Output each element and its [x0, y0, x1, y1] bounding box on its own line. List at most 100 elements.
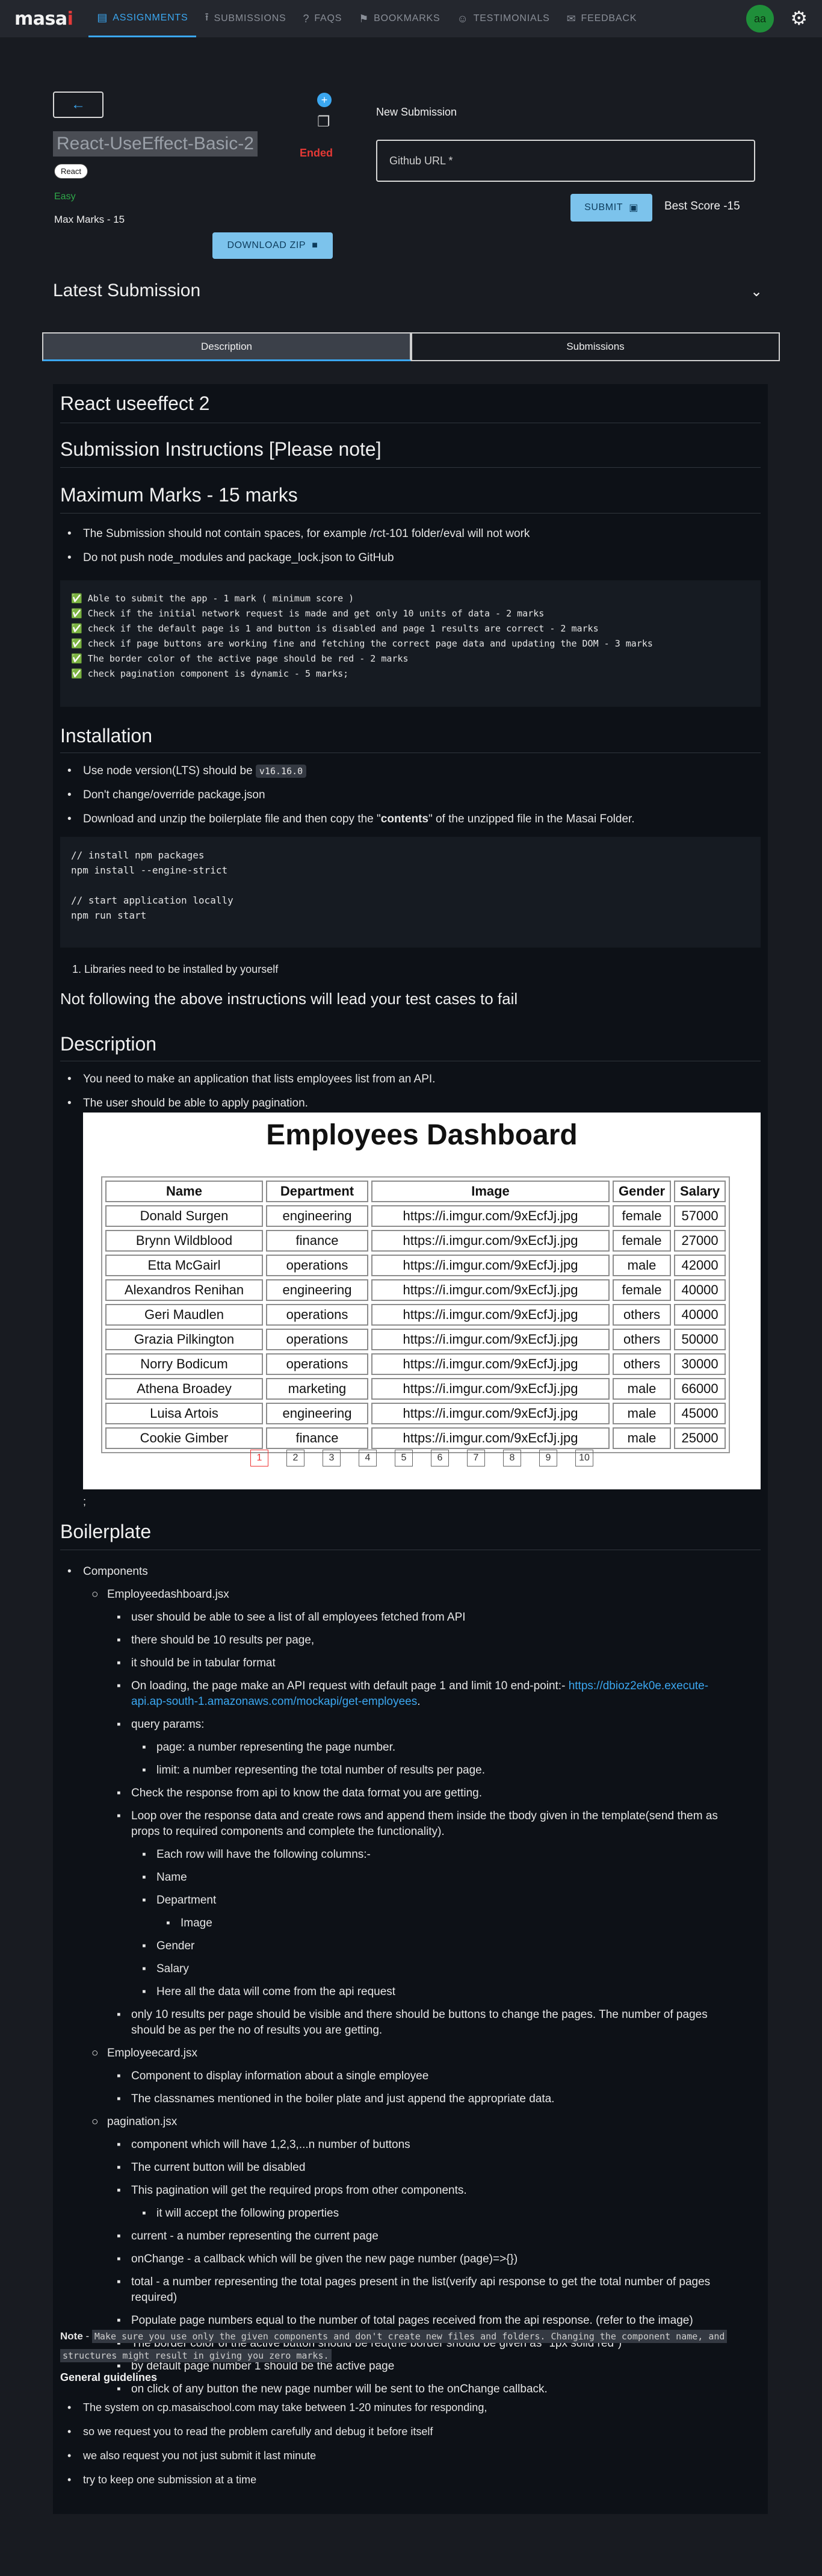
list-item: so we request you to read the problem ca… [60, 2424, 487, 2439]
smile-icon: ☺ [457, 12, 469, 25]
tag-badge: React [54, 164, 88, 179]
table-cell: https://i.imgur.com/9xEcfJj.jpg [371, 1329, 610, 1350]
submit-button[interactable]: SUBMIT ▣ [570, 194, 652, 222]
list-item: Do not push node_modules and package_loc… [60, 550, 530, 566]
table-cell: engineering [266, 1205, 368, 1227]
table-cell: 66000 [674, 1378, 726, 1400]
table-row: Donald Surgen engineering https://i.imgur.… [105, 1205, 726, 1227]
gear-icon[interactable]: ⚙ [790, 8, 808, 28]
page-button[interactable]: 5 [395, 1450, 413, 1466]
table-cell: engineering [266, 1279, 368, 1301]
rules-list: The Submission should not contain spaces… [60, 526, 530, 574]
status-badge: Ended [300, 147, 333, 159]
table-cell: finance [266, 1230, 368, 1252]
install-list: Use node version(LTS) should be v16.16.0… [60, 763, 635, 836]
list-item: ▪ total - a number representing the total… [117, 2276, 711, 2304]
boilerplate-list: • Components ○ Employeedashboard.jsx ▪ user… [60, 1564, 761, 2404]
table-cell: operations [266, 1329, 368, 1350]
list-item: ▪ This pagination will get the required p… [117, 2184, 467, 2197]
list-item: ▪ Salary [142, 1963, 189, 1975]
avatar[interactable]: aa [746, 5, 774, 33]
heading-description: Description [60, 1033, 157, 1055]
table-cell: others [613, 1304, 672, 1326]
heading-max-marks: Maximum Marks - 15 marks [60, 484, 298, 506]
list-item: You need to make an application that lis… [60, 1072, 435, 1087]
tab-submissions[interactable]: Submissions [411, 332, 780, 361]
assignment-icon: ▤ [97, 11, 108, 23]
chevron-down-icon[interactable]: ⌄ [750, 283, 762, 300]
nav-assignments[interactable]: ▤ ASSIGNMENTS [88, 0, 197, 37]
stray-semicolon: ; [83, 1495, 87, 1507]
heading-warning: Not following the above instructions wil… [60, 990, 518, 1008]
table-cell: 45000 [674, 1403, 726, 1424]
table-cell: male [613, 1427, 672, 1449]
table-cell: Etta McGairl [105, 1255, 263, 1276]
guidelines-list: The system on cp.masaischool.com may tak… [60, 2400, 487, 2496]
best-score: Best Score -15 [664, 200, 740, 213]
add-icon[interactable]: + [317, 93, 332, 107]
nav-bookmarks[interactable]: ⚑ BOOKMARKS [350, 0, 448, 37]
page-button[interactable]: 4 [359, 1450, 377, 1466]
github-url-input[interactable]: Github URL * [376, 140, 755, 182]
marks-code-block: ✅ Able to submit the app - 1 mark ( mini… [60, 580, 761, 707]
nav-faqs[interactable]: ? FAQS [295, 0, 351, 37]
list-item: The user should be able to apply paginat… [60, 1096, 435, 1111]
column-header: Department [266, 1181, 368, 1202]
list-item: The Submission should not contain spaces… [60, 526, 530, 542]
list-item: The system on cp.masaischool.com may tak… [60, 2400, 487, 2415]
nav-feedback[interactable]: ✉ FEEDBACK [558, 0, 646, 37]
nav-submissions[interactable]: ⭱ SUBMISSIONS [196, 0, 294, 37]
table-cell: 40000 [674, 1279, 726, 1301]
table-cell: engineering [266, 1403, 368, 1424]
api-link[interactable]: https://dbioz2ek0e.execute- [569, 1680, 708, 1692]
heading-installation: Installation [60, 725, 152, 746]
list-item: ▪ Image [166, 1917, 212, 1929]
page-button[interactable]: 3 [323, 1450, 341, 1466]
back-button[interactable]: ← [53, 92, 104, 118]
masai-logo[interactable]: masai [14, 8, 73, 29]
node-version-code: v16.16.0 [255, 765, 307, 778]
table-cell: female [613, 1230, 672, 1252]
table-cell: others [613, 1353, 672, 1375]
page-button[interactable]: 7 [467, 1450, 485, 1466]
table-cell: female [613, 1205, 672, 1227]
download-zip-button[interactable]: DOWNLOAD ZIP ■ [212, 232, 333, 259]
save-icon: ▣ [629, 203, 638, 213]
list-item: ▪ on click of any button the new page num… [117, 2383, 548, 2395]
page-button[interactable]: 2 [286, 1450, 304, 1466]
dashboard-example-image: Employees Dashboard Name Department Imag… [83, 1113, 761, 1489]
list-item: ▪ current - a number representing the cur… [117, 2230, 379, 2242]
page-button[interactable]: 10 [575, 1450, 593, 1466]
page-button[interactable]: 6 [431, 1450, 449, 1466]
table-cell: operations [266, 1255, 368, 1276]
column-header: Image [371, 1181, 610, 1202]
list-item: ○ pagination.jsx [91, 2115, 178, 2128]
table-cell: Norry Bodicum [105, 1353, 263, 1375]
copy-icon[interactable]: ❐ [317, 113, 330, 131]
page-button[interactable]: 9 [539, 1450, 557, 1466]
list-item: ▪ limit: a number representing the total … [142, 1764, 486, 1777]
list-item: ▪ user should be able to see a list of al… [117, 1611, 466, 1624]
table-cell: Grazia Pilkington [105, 1329, 263, 1350]
list-item: ▪ The current button will be disabled [117, 2161, 306, 2174]
page-button[interactable]: 8 [503, 1450, 521, 1466]
table-header-row: Name Department Image Gender Salary [105, 1181, 726, 1202]
page-button[interactable]: 1 [250, 1450, 268, 1466]
table-cell: Athena Broadey [105, 1378, 263, 1400]
table-cell: 30000 [674, 1353, 726, 1375]
table-cell: 42000 [674, 1255, 726, 1276]
help-icon: ? [303, 12, 310, 25]
list-item: ▪ Component to display information about … [117, 2070, 429, 2082]
list-item: ▪ it will accept the following properties [142, 2207, 339, 2220]
note-code: Make sure you use only the given compone… [91, 2330, 728, 2343]
api-link[interactable]: api.ap-south-1.amazonaws.com/mockapi/get… [131, 1695, 417, 1708]
nav-testimonials[interactable]: ☺ TESTIMONIALS [449, 0, 558, 37]
list-item: ▪ Name [142, 1871, 187, 1884]
heading-title: React useeffect 2 [60, 393, 210, 414]
tab-description[interactable]: Description [42, 332, 411, 361]
list-item: try to keep one submission at a time [60, 2472, 487, 2488]
table-cell: https://i.imgur.com/9xEcfJj.jpg [371, 1205, 610, 1227]
table-cell: https://i.imgur.com/9xEcfJj.jpg [371, 1353, 610, 1375]
list-item: ▪ The classnames mentioned in the boiler … [117, 2093, 555, 2105]
table-cell: https://i.imgur.com/9xEcfJj.jpg [371, 1279, 610, 1301]
